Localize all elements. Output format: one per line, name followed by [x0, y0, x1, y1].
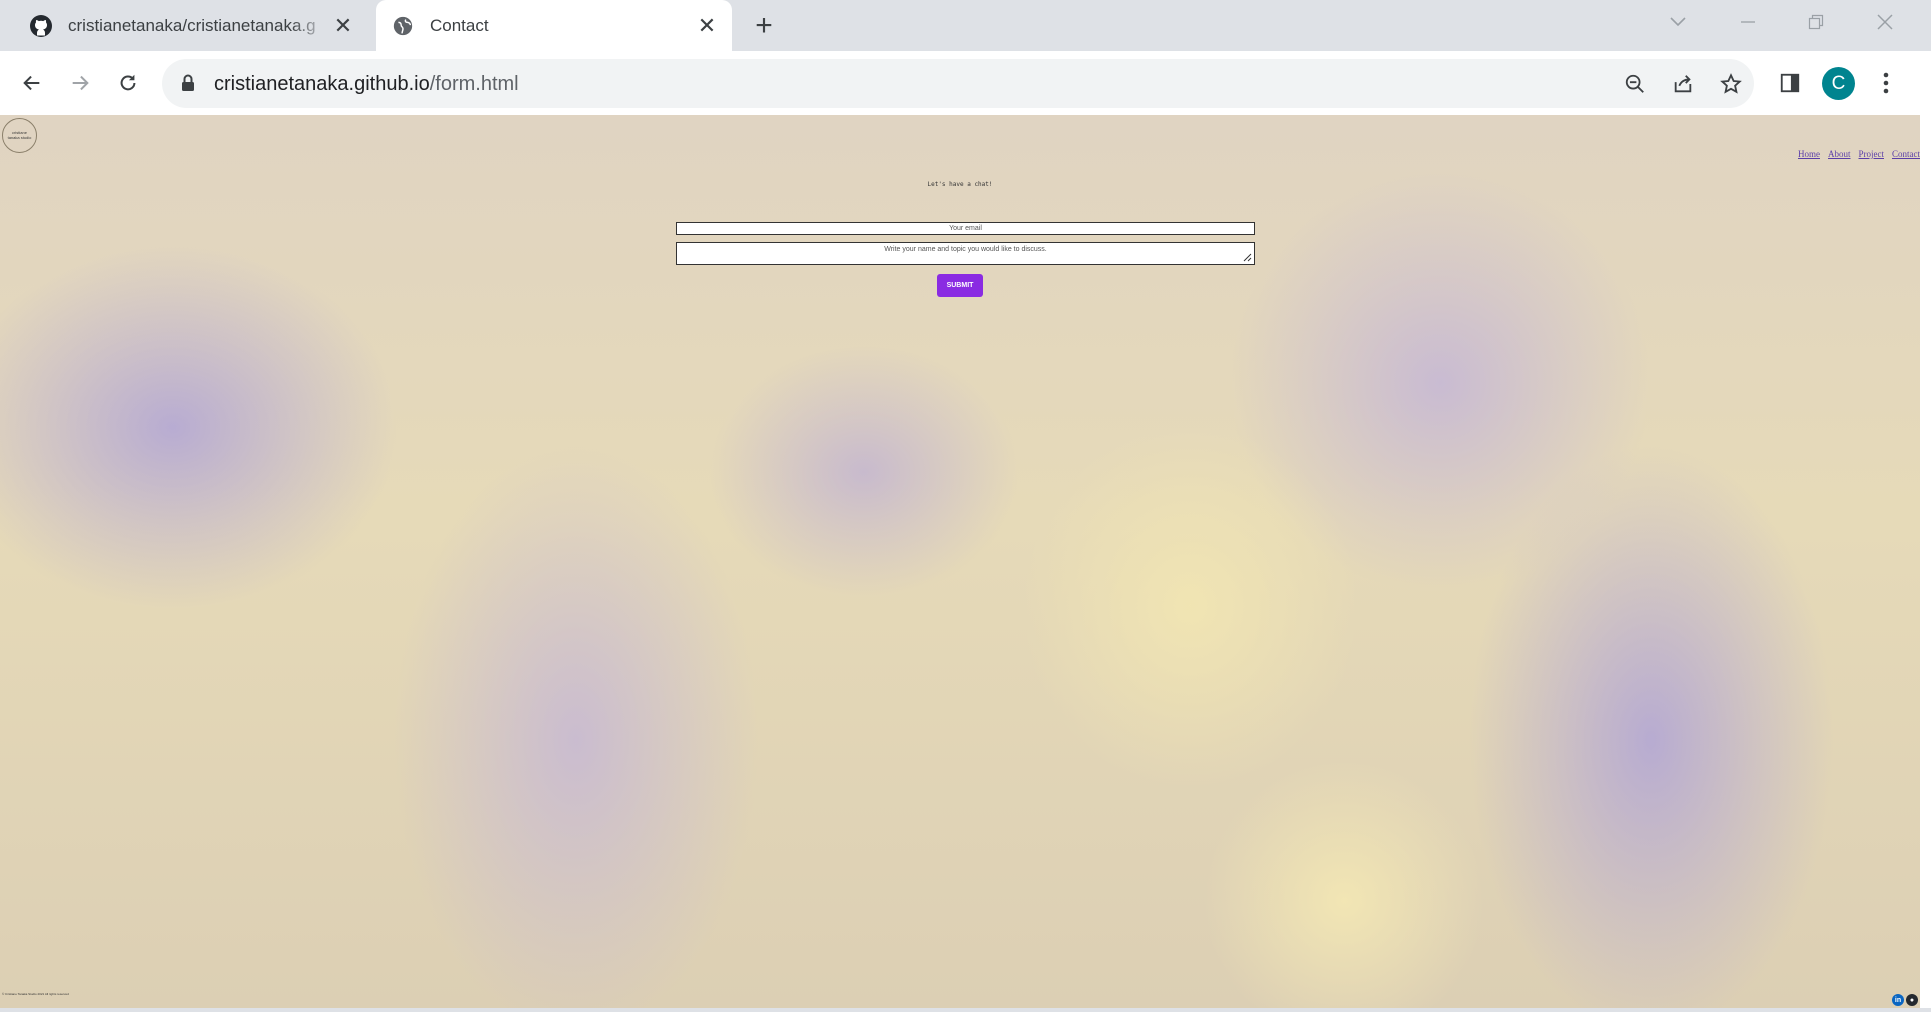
menu-kebab-icon[interactable]	[1868, 65, 1904, 101]
close-tab-icon[interactable]: ✕	[694, 13, 720, 39]
close-window-icon[interactable]	[1857, 0, 1913, 44]
globe-icon	[390, 13, 416, 39]
contact-heading: Let's have a chat!	[927, 181, 993, 188]
social-links: in ●	[1892, 994, 1918, 1006]
zoom-out-icon[interactable]	[1622, 71, 1648, 97]
close-tab-icon[interactable]: ✕	[330, 13, 356, 39]
url-path: /form.html	[429, 73, 519, 95]
restore-icon[interactable]	[1788, 0, 1844, 44]
github-icon	[28, 13, 54, 39]
nav-link-about[interactable]: About	[1828, 149, 1851, 159]
email-field[interactable]: Your email	[676, 222, 1255, 235]
site-logo[interactable]: cristiane tanaka studio	[2, 118, 37, 153]
lock-icon[interactable]	[180, 73, 196, 98]
new-tab-button[interactable]: +	[748, 9, 780, 42]
nav-link-project[interactable]: Project	[1859, 149, 1885, 159]
logo-text-line2: tanaka studio	[7, 134, 32, 140]
side-panel-icon[interactable]	[1772, 65, 1808, 101]
address-bar[interactable]: cristianetanaka.github.io/form.html	[162, 59, 1754, 108]
tab-strip: cristianetanaka/cristianetanaka.g ✕ Cont…	[0, 0, 1931, 51]
share-icon[interactable]	[1670, 71, 1696, 97]
message-placeholder: Write your name and topic you would like…	[884, 246, 1047, 253]
tab-github[interactable]: cristianetanaka/cristianetanaka.g ✕	[8, 0, 368, 51]
github-icon[interactable]: ●	[1906, 994, 1918, 1006]
nav-link-contact[interactable]: Contact	[1892, 149, 1920, 159]
resize-grip-icon[interactable]	[1243, 253, 1252, 262]
tab-title: cristianetanaka/cristianetanaka.g	[68, 15, 316, 35]
submit-button[interactable]: SUBMIT	[937, 274, 983, 297]
forward-arrow-icon[interactable]	[62, 65, 98, 101]
site-nav: Home About Project Contact	[1798, 149, 1920, 159]
minimize-icon[interactable]	[1720, 0, 1776, 44]
page-viewport: cristiane tanaka studio Home About Proje…	[0, 115, 1920, 1008]
tab-search-icon[interactable]	[1650, 0, 1706, 44]
window-bottom-border	[0, 1008, 1931, 1012]
back-arrow-icon[interactable]	[14, 65, 50, 101]
message-textarea[interactable]: Write your name and topic you would like…	[676, 242, 1255, 265]
url-text: cristianetanaka.github.io/form.html	[214, 73, 519, 96]
bookmark-star-icon[interactable]	[1718, 71, 1744, 97]
scrollbar-track[interactable]	[1920, 115, 1931, 1008]
footer-copyright: © Cristiane Tanaka Studio 2021 All right…	[2, 992, 69, 996]
tab-contact[interactable]: Contact ✕	[376, 0, 732, 51]
browser-toolbar: cristianetanaka.github.io/form.html C	[0, 51, 1931, 115]
reload-icon[interactable]	[110, 65, 146, 101]
linkedin-icon[interactable]: in	[1892, 994, 1904, 1006]
url-host: cristianetanaka.github.io	[214, 73, 430, 95]
profile-avatar[interactable]: C	[1822, 67, 1855, 100]
tab-title: Contact	[430, 15, 489, 35]
nav-link-home[interactable]: Home	[1798, 149, 1820, 159]
